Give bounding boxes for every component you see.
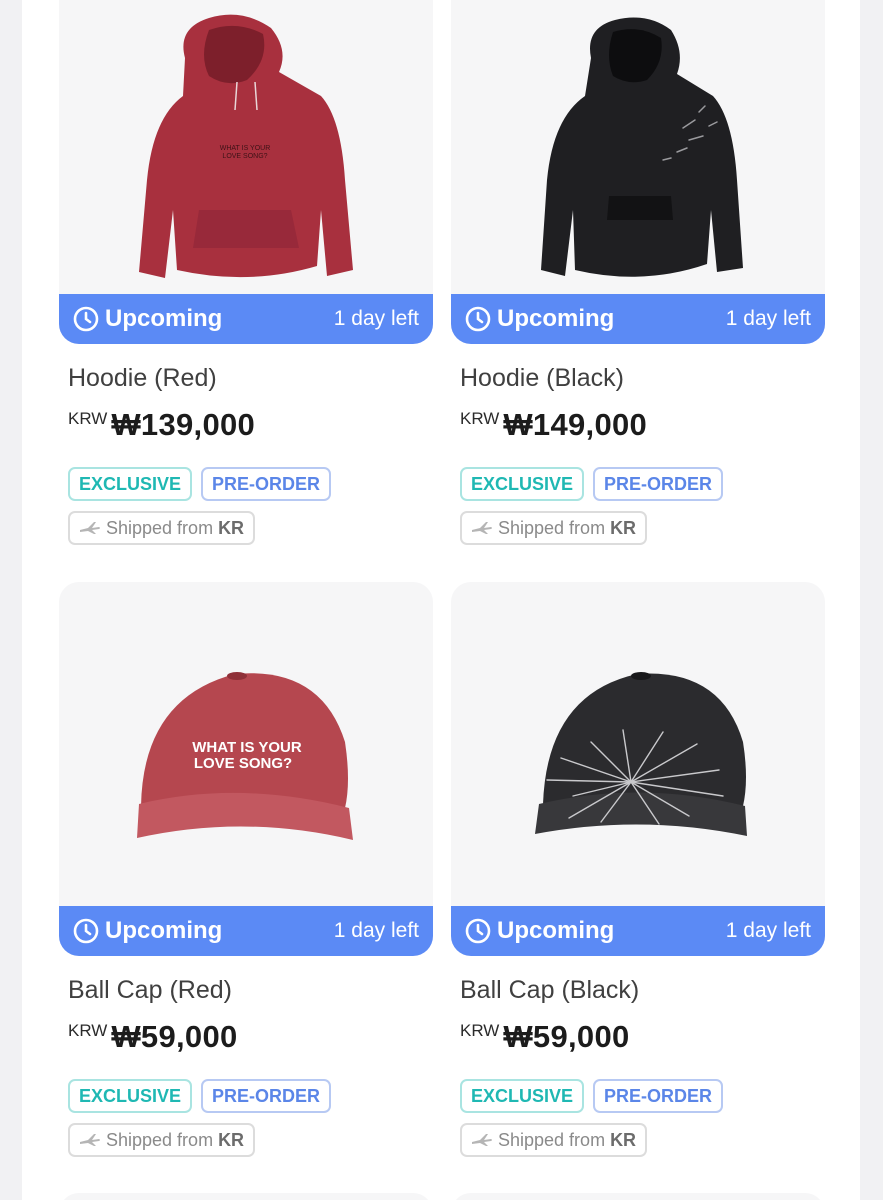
tag-list: EXCLUSIVE PRE-ORDER bbox=[460, 467, 825, 501]
exclusive-badge: EXCLUSIVE bbox=[68, 467, 193, 501]
product-price: KRW ₩59,000 bbox=[460, 1019, 825, 1055]
svg-text:LOVE SONG?: LOVE SONG? bbox=[222, 153, 267, 160]
clock-icon bbox=[73, 306, 99, 332]
preorder-badge: PRE-ORDER bbox=[201, 467, 332, 501]
shipping-prefix: Shipped from bbox=[106, 1129, 214, 1150]
shipping-origin: KR bbox=[610, 1129, 637, 1150]
tag-list: EXCLUSIVE PRE-ORDER bbox=[68, 1079, 433, 1113]
price-amount: ₩149,000 bbox=[503, 407, 648, 442]
tag-list: EXCLUSIVE PRE-ORDER bbox=[68, 467, 433, 501]
next-product-card-edge[interactable] bbox=[59, 1193, 433, 1200]
red-cap-image: WHAT IS YOUR LOVE SONG? bbox=[137, 672, 353, 840]
product-name[interactable]: Ball Cap (Red) bbox=[68, 976, 433, 1005]
product-list-page: WHAT IS YOUR LOVE SONG? Upcoming 1 day l… bbox=[22, 0, 860, 1200]
black-hoodie-image bbox=[541, 17, 743, 277]
shipping-origin: KR bbox=[218, 517, 245, 538]
clock-icon bbox=[465, 306, 491, 332]
status-label: Upcoming bbox=[105, 917, 223, 944]
airplane-icon bbox=[472, 522, 492, 534]
svg-text:WHAT IS YOUR: WHAT IS YOUR bbox=[192, 739, 302, 756]
airplane-icon bbox=[80, 1134, 100, 1146]
shipping-badge: Shipped from KR bbox=[460, 1123, 648, 1157]
product-name[interactable]: Hoodie (Red) bbox=[68, 364, 433, 393]
product-card-cap-red[interactable]: WHAT IS YOUR LOVE SONG? Upcoming 1 day l… bbox=[59, 582, 433, 1157]
currency-code: KRW bbox=[460, 1021, 500, 1040]
product-price: KRW ₩59,000 bbox=[68, 1019, 433, 1055]
status-label: Upcoming bbox=[497, 305, 615, 332]
product-name[interactable]: Ball Cap (Black) bbox=[460, 976, 825, 1005]
status-bar: Upcoming 1 day left bbox=[59, 906, 433, 956]
time-left: 1 day left bbox=[725, 307, 811, 330]
airplane-icon bbox=[472, 1134, 492, 1146]
currency-code: KRW bbox=[68, 409, 108, 428]
preorder-badge: PRE-ORDER bbox=[593, 1079, 724, 1113]
shipping-prefix: Shipped from bbox=[498, 517, 606, 538]
currency-code: KRW bbox=[460, 409, 500, 428]
red-hoodie-image: WHAT IS YOUR LOVE SONG? bbox=[139, 14, 353, 279]
currency-code: KRW bbox=[68, 1021, 108, 1040]
product-thumbnail[interactable]: Upcoming 1 day left bbox=[451, 0, 825, 344]
shipping-origin: KR bbox=[218, 1129, 245, 1150]
clock-icon bbox=[465, 918, 491, 944]
shipping-prefix: Shipped from bbox=[106, 517, 214, 538]
shipping-prefix: Shipped from bbox=[498, 1129, 606, 1150]
status-label: Upcoming bbox=[105, 305, 223, 332]
status-bar: Upcoming 1 day left bbox=[451, 906, 825, 956]
preorder-badge: PRE-ORDER bbox=[201, 1079, 332, 1113]
product-price: KRW ₩149,000 bbox=[460, 407, 825, 443]
status-bar: Upcoming 1 day left bbox=[59, 294, 433, 344]
exclusive-badge: EXCLUSIVE bbox=[460, 1079, 585, 1113]
shipping-badge: Shipped from KR bbox=[68, 511, 256, 545]
product-price: KRW ₩139,000 bbox=[68, 407, 433, 443]
shipping-badge: Shipped from KR bbox=[68, 1123, 256, 1157]
product-thumbnail[interactable]: WHAT IS YOUR LOVE SONG? Upcoming 1 day l… bbox=[59, 0, 433, 344]
price-amount: ₩59,000 bbox=[111, 1019, 238, 1054]
next-product-card-edge[interactable] bbox=[451, 1193, 825, 1200]
product-card-hoodie-black[interactable]: Upcoming 1 day left Hoodie (Black) KRW ₩… bbox=[451, 0, 825, 545]
svg-text:WHAT IS YOUR: WHAT IS YOUR bbox=[220, 145, 271, 152]
airplane-icon bbox=[80, 522, 100, 534]
tag-list: EXCLUSIVE PRE-ORDER bbox=[460, 1079, 825, 1113]
product-thumbnail[interactable]: Upcoming 1 day left bbox=[451, 582, 825, 956]
black-cap-image bbox=[535, 672, 747, 836]
shipping-origin: KR bbox=[610, 517, 637, 538]
exclusive-badge: EXCLUSIVE bbox=[68, 1079, 193, 1113]
price-amount: ₩59,000 bbox=[503, 1019, 630, 1054]
product-card-cap-black[interactable]: Upcoming 1 day left Ball Cap (Black) KRW… bbox=[451, 582, 825, 1157]
clock-icon bbox=[73, 918, 99, 944]
time-left: 1 day left bbox=[333, 919, 419, 942]
product-card-hoodie-red[interactable]: WHAT IS YOUR LOVE SONG? Upcoming 1 day l… bbox=[59, 0, 433, 545]
status-label: Upcoming bbox=[497, 917, 615, 944]
product-name[interactable]: Hoodie (Black) bbox=[460, 364, 825, 393]
time-left: 1 day left bbox=[333, 307, 419, 330]
product-thumbnail[interactable]: WHAT IS YOUR LOVE SONG? Upcoming 1 day l… bbox=[59, 582, 433, 956]
exclusive-badge: EXCLUSIVE bbox=[460, 467, 585, 501]
shipping-badge: Shipped from KR bbox=[460, 511, 648, 545]
price-amount: ₩139,000 bbox=[111, 407, 256, 442]
time-left: 1 day left bbox=[725, 919, 811, 942]
preorder-badge: PRE-ORDER bbox=[593, 467, 724, 501]
status-bar: Upcoming 1 day left bbox=[451, 294, 825, 344]
svg-text:LOVE SONG?: LOVE SONG? bbox=[194, 755, 292, 772]
